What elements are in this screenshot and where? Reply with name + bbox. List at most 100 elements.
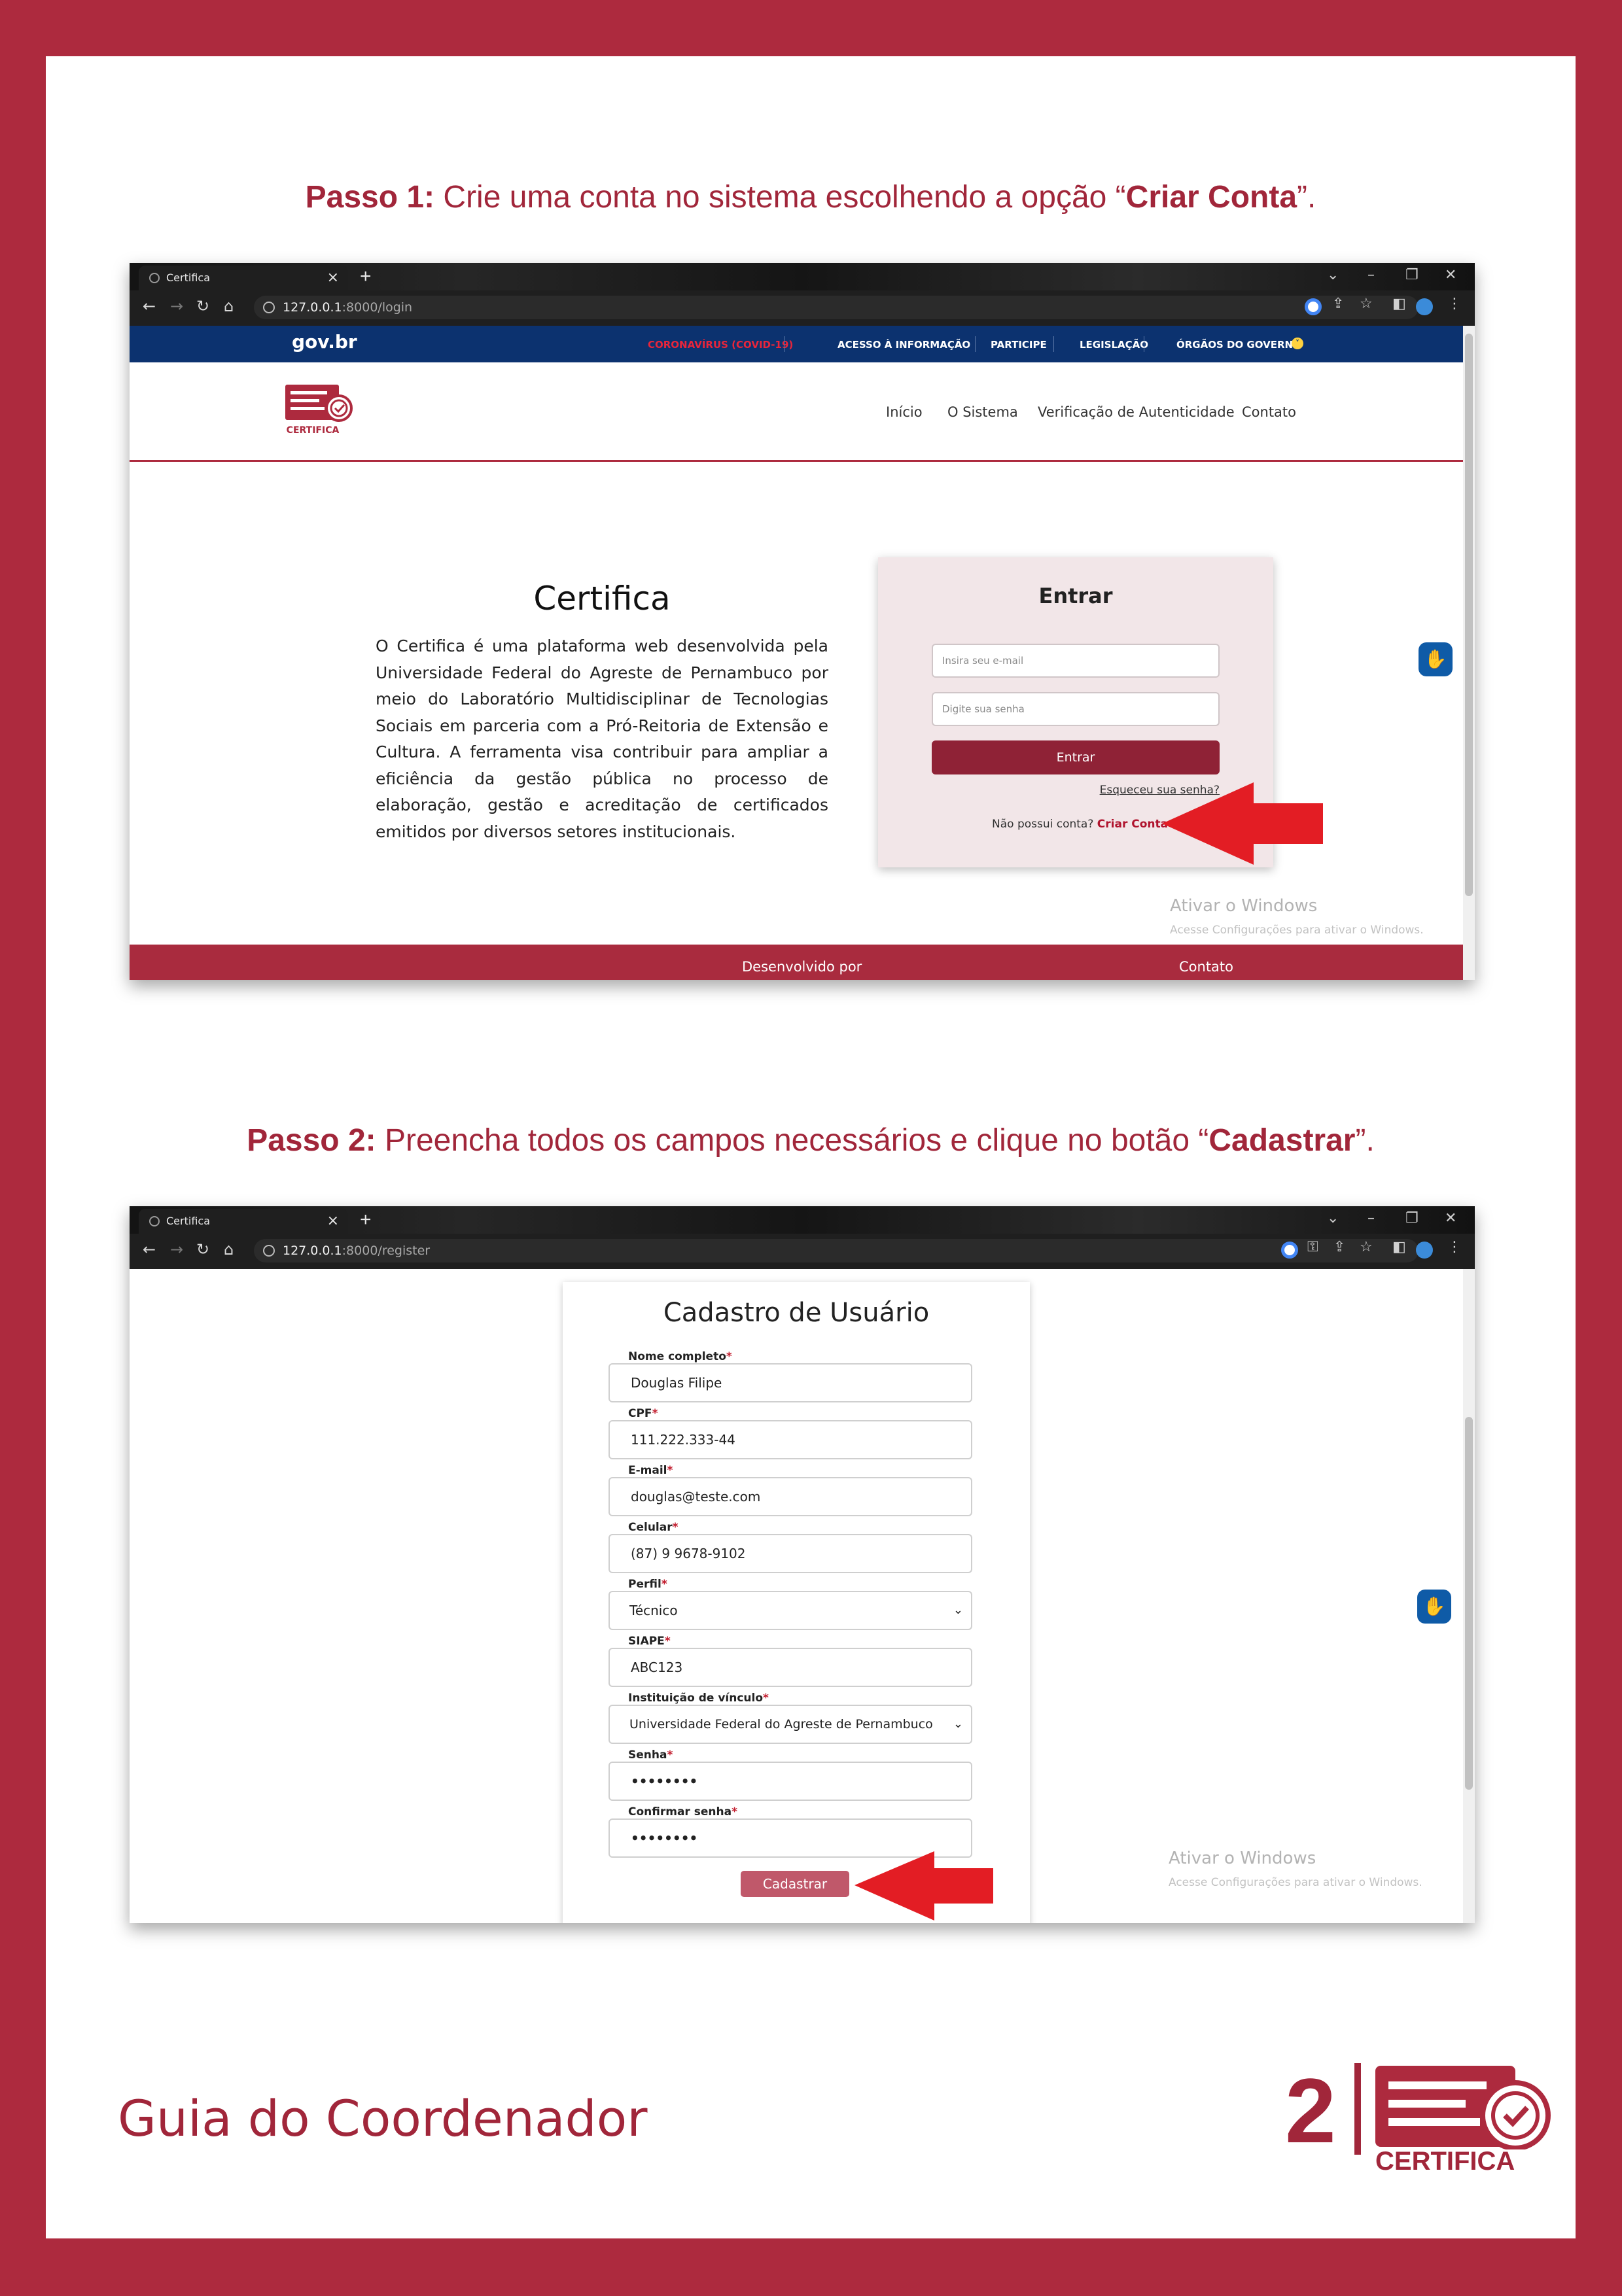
field-label-cpf: CPF*: [628, 1407, 658, 1420]
field-label-senha: Senha*: [628, 1748, 673, 1762]
scroll-thumb[interactable]: [1465, 1417, 1473, 1790]
logo-text: CERTIFICA: [287, 425, 340, 436]
gov-link-acesso[interactable]: ACESSO À INFORMAÇÃO: [837, 339, 970, 351]
home-icon[interactable]: ⌂: [224, 1240, 234, 1259]
star-icon[interactable]: ☆: [1360, 296, 1373, 312]
new-tab-icon[interactable]: +: [360, 264, 372, 289]
close-tab-icon[interactable]: ×: [327, 266, 339, 290]
minimize-icon[interactable]: –: [1367, 1210, 1375, 1226]
menu-dots-icon[interactable]: ⋮: [1447, 1239, 1462, 1255]
field-label-perfil: Perfil*: [628, 1578, 667, 1591]
tab-bar: Certifica × + ⌄ – ❐ ✕: [130, 263, 1475, 290]
windows-watermark-subtitle: Acesse Configurações para ativar o Windo…: [1170, 924, 1424, 937]
logo-text: CERTIFICA: [1375, 2147, 1515, 2176]
required-mark: *: [664, 1635, 671, 1648]
browser-tab[interactable]: Certifica ×: [139, 266, 348, 290]
restore-icon[interactable]: ❐: [1405, 267, 1419, 283]
share-icon[interactable]: ⇪: [1332, 296, 1344, 312]
google-icon[interactable]: [1305, 298, 1322, 315]
step1-suffix: ”.: [1297, 180, 1316, 215]
chevron-down-icon[interactable]: ⌄: [1327, 1210, 1339, 1226]
register-card: Cadastro de Usuário Nome completo* Dougl…: [563, 1282, 1030, 1923]
register-button[interactable]: Cadastrar: [741, 1871, 849, 1897]
cpf-field[interactable]: 111.222.333-44: [608, 1420, 972, 1459]
gov-divider: [975, 336, 976, 352]
menu-inicio[interactable]: Início: [886, 404, 923, 420]
menu-sistema[interactable]: O Sistema: [947, 404, 1018, 420]
reload-icon[interactable]: ↻: [196, 297, 209, 315]
google-icon[interactable]: [1281, 1242, 1298, 1259]
sidepanel-icon[interactable]: ◧: [1392, 296, 1406, 312]
key-icon[interactable]: ⚿: [1307, 1239, 1318, 1255]
close-tab-icon[interactable]: ×: [327, 1209, 339, 1234]
menu-dots-icon[interactable]: ⋮: [1447, 296, 1462, 312]
url-host: 127.0.0.1: [283, 1244, 342, 1258]
star-icon[interactable]: ☆: [1360, 1239, 1373, 1255]
required-mark: *: [763, 1692, 769, 1705]
gov-link-covid[interactable]: CORONAVÍRUS (COVID-19): [648, 339, 793, 351]
browser-tab[interactable]: Certifica ×: [139, 1209, 348, 1234]
accessibility-icon[interactable]: ✋: [1417, 1590, 1451, 1624]
label-text: E-mail: [628, 1464, 667, 1477]
required-mark: *: [732, 1805, 737, 1818]
chevron-down-icon: ⌄: [953, 1603, 963, 1617]
back-icon[interactable]: ←: [143, 297, 156, 315]
forward-icon[interactable]: →: [170, 1240, 183, 1259]
scrollbar[interactable]: [1463, 1269, 1475, 1923]
address-bar[interactable]: 127.0.0.1:8000/register: [254, 1239, 1419, 1262]
profile-avatar[interactable]: [1416, 1242, 1433, 1259]
chevron-down-icon[interactable]: ⌄: [1327, 267, 1339, 283]
password-field[interactable]: ••••••••: [608, 1762, 972, 1801]
menu-verificacao[interactable]: Verificação de Autenticidade: [1038, 404, 1235, 420]
globe-icon: [149, 273, 160, 283]
siape-field[interactable]: ABC123: [608, 1648, 972, 1687]
password-input[interactable]: Digite sua senha: [932, 692, 1220, 726]
gov-link-orgaos[interactable]: ÓRGÃOS DO GOVERNO: [1176, 339, 1301, 351]
certifica-logo[interactable]: CERTIFICA: [284, 382, 356, 436]
step2-suffix: ”.: [1355, 1123, 1375, 1158]
share-icon[interactable]: ⇪: [1333, 1239, 1345, 1255]
label-text: Confirmar senha: [628, 1805, 732, 1818]
login-button[interactable]: Entrar: [932, 740, 1220, 774]
accessibility-icon[interactable]: ✋: [1419, 642, 1453, 676]
field-label-siape: SIAPE*: [628, 1635, 671, 1648]
step1-emphasis: Criar Conta: [1125, 180, 1297, 215]
hero-title: Certifica: [533, 580, 671, 617]
full-name-field[interactable]: Douglas Filipe: [608, 1363, 972, 1402]
browser-chrome: Certifica × + ⌄ – ❐ ✕ ← → ↻ ⌂ 127.0.0.1:…: [130, 263, 1475, 326]
gov-link-participe[interactable]: PARTICIPE: [991, 339, 1047, 351]
select-value: Técnico: [629, 1603, 678, 1618]
url-path: :8000/login: [342, 300, 413, 315]
sidepanel-icon[interactable]: ◧: [1392, 1239, 1406, 1255]
close-window-icon[interactable]: ✕: [1445, 267, 1456, 283]
footer-contact[interactable]: Contato: [1179, 959, 1233, 975]
reload-icon[interactable]: ↻: [196, 1240, 209, 1259]
footer-developed-by: Desenvolvido por: [742, 959, 862, 975]
red-arrow-pointer: [855, 1851, 993, 1921]
profile-avatar[interactable]: [1416, 298, 1433, 315]
home-icon[interactable]: ⌂: [224, 297, 234, 315]
scrollbar[interactable]: [1463, 326, 1475, 980]
menu-contato[interactable]: Contato: [1242, 404, 1296, 420]
restore-icon[interactable]: ❐: [1405, 1210, 1419, 1226]
step2-prefix: Passo 2:: [247, 1123, 376, 1158]
scroll-thumb[interactable]: [1465, 334, 1473, 896]
institution-select[interactable]: Universidade Federal do Agreste de Perna…: [608, 1705, 972, 1744]
profile-select[interactable]: Técnico ⌄: [608, 1591, 972, 1630]
email-input[interactable]: Insira seu e-mail: [932, 644, 1220, 678]
gov-link-legislacao[interactable]: LEGISLAÇÃO: [1080, 339, 1148, 351]
close-window-icon[interactable]: ✕: [1445, 1210, 1456, 1226]
forward-icon[interactable]: →: [170, 297, 183, 315]
globe-icon: [149, 1216, 160, 1226]
minimize-icon[interactable]: –: [1367, 267, 1375, 283]
email-field[interactable]: douglas@teste.com: [608, 1477, 972, 1516]
govbr-logo[interactable]: gov.br: [292, 331, 357, 353]
chevron-down-icon[interactable]: ˅: [1292, 338, 1303, 349]
new-tab-icon[interactable]: +: [360, 1208, 372, 1232]
back-icon[interactable]: ←: [143, 1240, 156, 1259]
site-footer: Desenvolvido por Contato: [130, 945, 1463, 980]
field-label-confirmar: Confirmar senha*: [628, 1805, 737, 1818]
create-account-link[interactable]: Criar Conta: [1097, 818, 1168, 831]
phone-field[interactable]: (87) 9 9678-9102: [608, 1534, 972, 1573]
address-bar[interactable]: 127.0.0.1:8000/login: [254, 296, 1419, 319]
